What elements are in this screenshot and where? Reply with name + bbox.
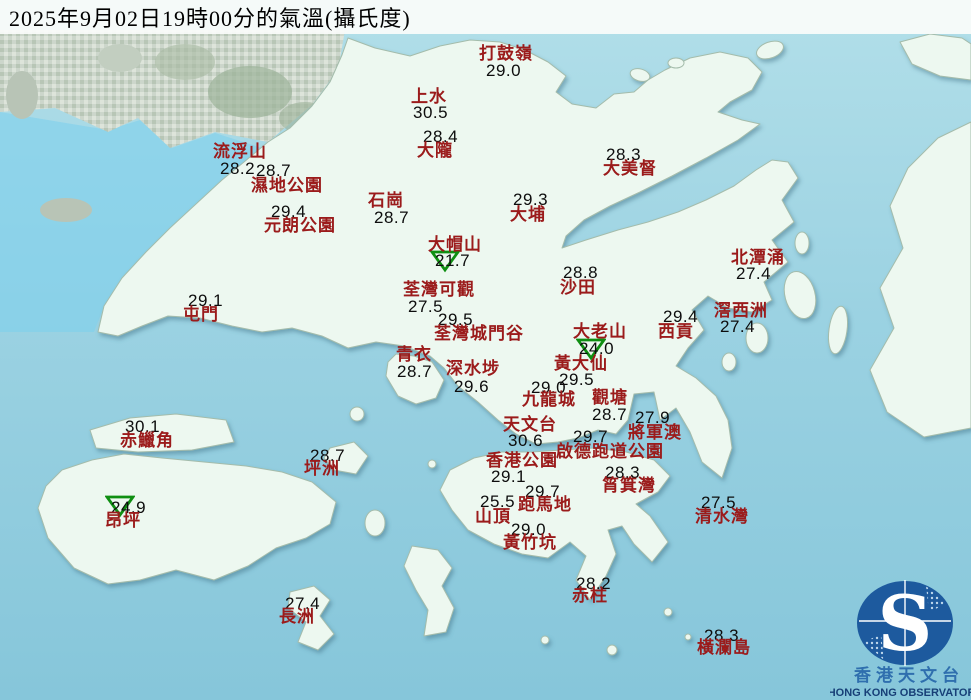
station-name: 將軍澳 xyxy=(628,424,682,441)
station-name: 大帽山 xyxy=(428,236,482,253)
station-name: 清水灣 xyxy=(695,508,749,525)
station-name: 山頂 xyxy=(475,508,511,525)
station-temp: 28.7 xyxy=(374,209,409,226)
station-temp: 29.1 xyxy=(491,468,526,485)
station-name: 九龍城 xyxy=(522,391,576,408)
temperature-map-screen: 2025年9月02日19時00分的氣溫(攝氏度) 29.0打鼓嶺30.5上水28… xyxy=(0,0,971,700)
station-name: 大老山 xyxy=(573,323,627,340)
station-name: 流浮山 xyxy=(213,143,267,160)
station-name: 啟德跑道公園 xyxy=(556,443,664,460)
station-name: 昂坪 xyxy=(105,512,141,529)
station-name: 打鼓嶺 xyxy=(479,45,533,62)
station-name: 元朗公園 xyxy=(264,217,336,234)
station-name: 荃灣可觀 xyxy=(403,281,475,298)
station-name: 深水埗 xyxy=(446,360,500,377)
station-temp: 29.6 xyxy=(454,378,489,395)
station-name: 跑馬地 xyxy=(518,496,572,513)
station-name: 荃灣城門谷 xyxy=(434,325,524,342)
station-temp: 28.7 xyxy=(397,363,432,380)
station-name: 赤鱲角 xyxy=(120,432,174,449)
station-name: 青衣 xyxy=(396,346,432,363)
station-name: 大美督 xyxy=(603,160,657,177)
map-title-text: 2025年9月02日19時00分的氣溫(攝氏度) xyxy=(9,1,411,33)
station-name: 滘西洲 xyxy=(714,302,768,319)
station-temp: 21.7 xyxy=(435,252,470,269)
station-temp: 30.6 xyxy=(508,432,543,449)
station-name: 赤柱 xyxy=(572,587,608,604)
station-temp: 27.4 xyxy=(720,318,755,335)
logo-chinese-text: 香港天文台 xyxy=(854,665,964,685)
station-temp: 30.5 xyxy=(413,104,448,121)
station-temp: 29.0 xyxy=(486,62,521,79)
station-name: 香港公園 xyxy=(486,452,558,469)
station-name: 西貢 xyxy=(658,323,694,340)
station-name: 黃大仙 xyxy=(554,355,608,372)
station-name: 長洲 xyxy=(279,608,315,625)
station-temp: 28.2 xyxy=(220,160,255,177)
station-name: 大隴 xyxy=(417,142,453,159)
station-name: 上水 xyxy=(411,88,447,105)
station-temp: 28.7 xyxy=(592,406,627,423)
station-name: 大埔 xyxy=(510,206,546,223)
station-name: 濕地公園 xyxy=(251,177,323,194)
station-name: 天文台 xyxy=(503,416,557,433)
station-name: 沙田 xyxy=(560,279,596,296)
station-name: 坪洲 xyxy=(304,460,340,477)
station-name: 黃竹坑 xyxy=(503,534,557,551)
stations-layer: 29.0打鼓嶺30.5上水28.4大隴28.2流浮山28.7濕地公園29.4元朗… xyxy=(0,0,971,700)
station-name: 觀塘 xyxy=(592,389,628,406)
station-name: 橫瀾島 xyxy=(697,639,751,656)
station-name: 屯門 xyxy=(183,306,219,323)
station-temp: 27.4 xyxy=(736,265,771,282)
logo-english-text: HONG KONG OBSERVATORY xyxy=(830,687,971,699)
station-name: 筲箕灣 xyxy=(602,477,656,494)
logo-s-symbol: S xyxy=(878,579,933,668)
station-name: 北潭涌 xyxy=(731,249,785,266)
map-title: 2025年9月02日19時00分的氣溫(攝氏度) xyxy=(0,0,971,34)
hko-logo: S 香港天文台 HONG KONG OBSERVATORY xyxy=(830,566,971,700)
station-name: 石崗 xyxy=(368,192,404,209)
